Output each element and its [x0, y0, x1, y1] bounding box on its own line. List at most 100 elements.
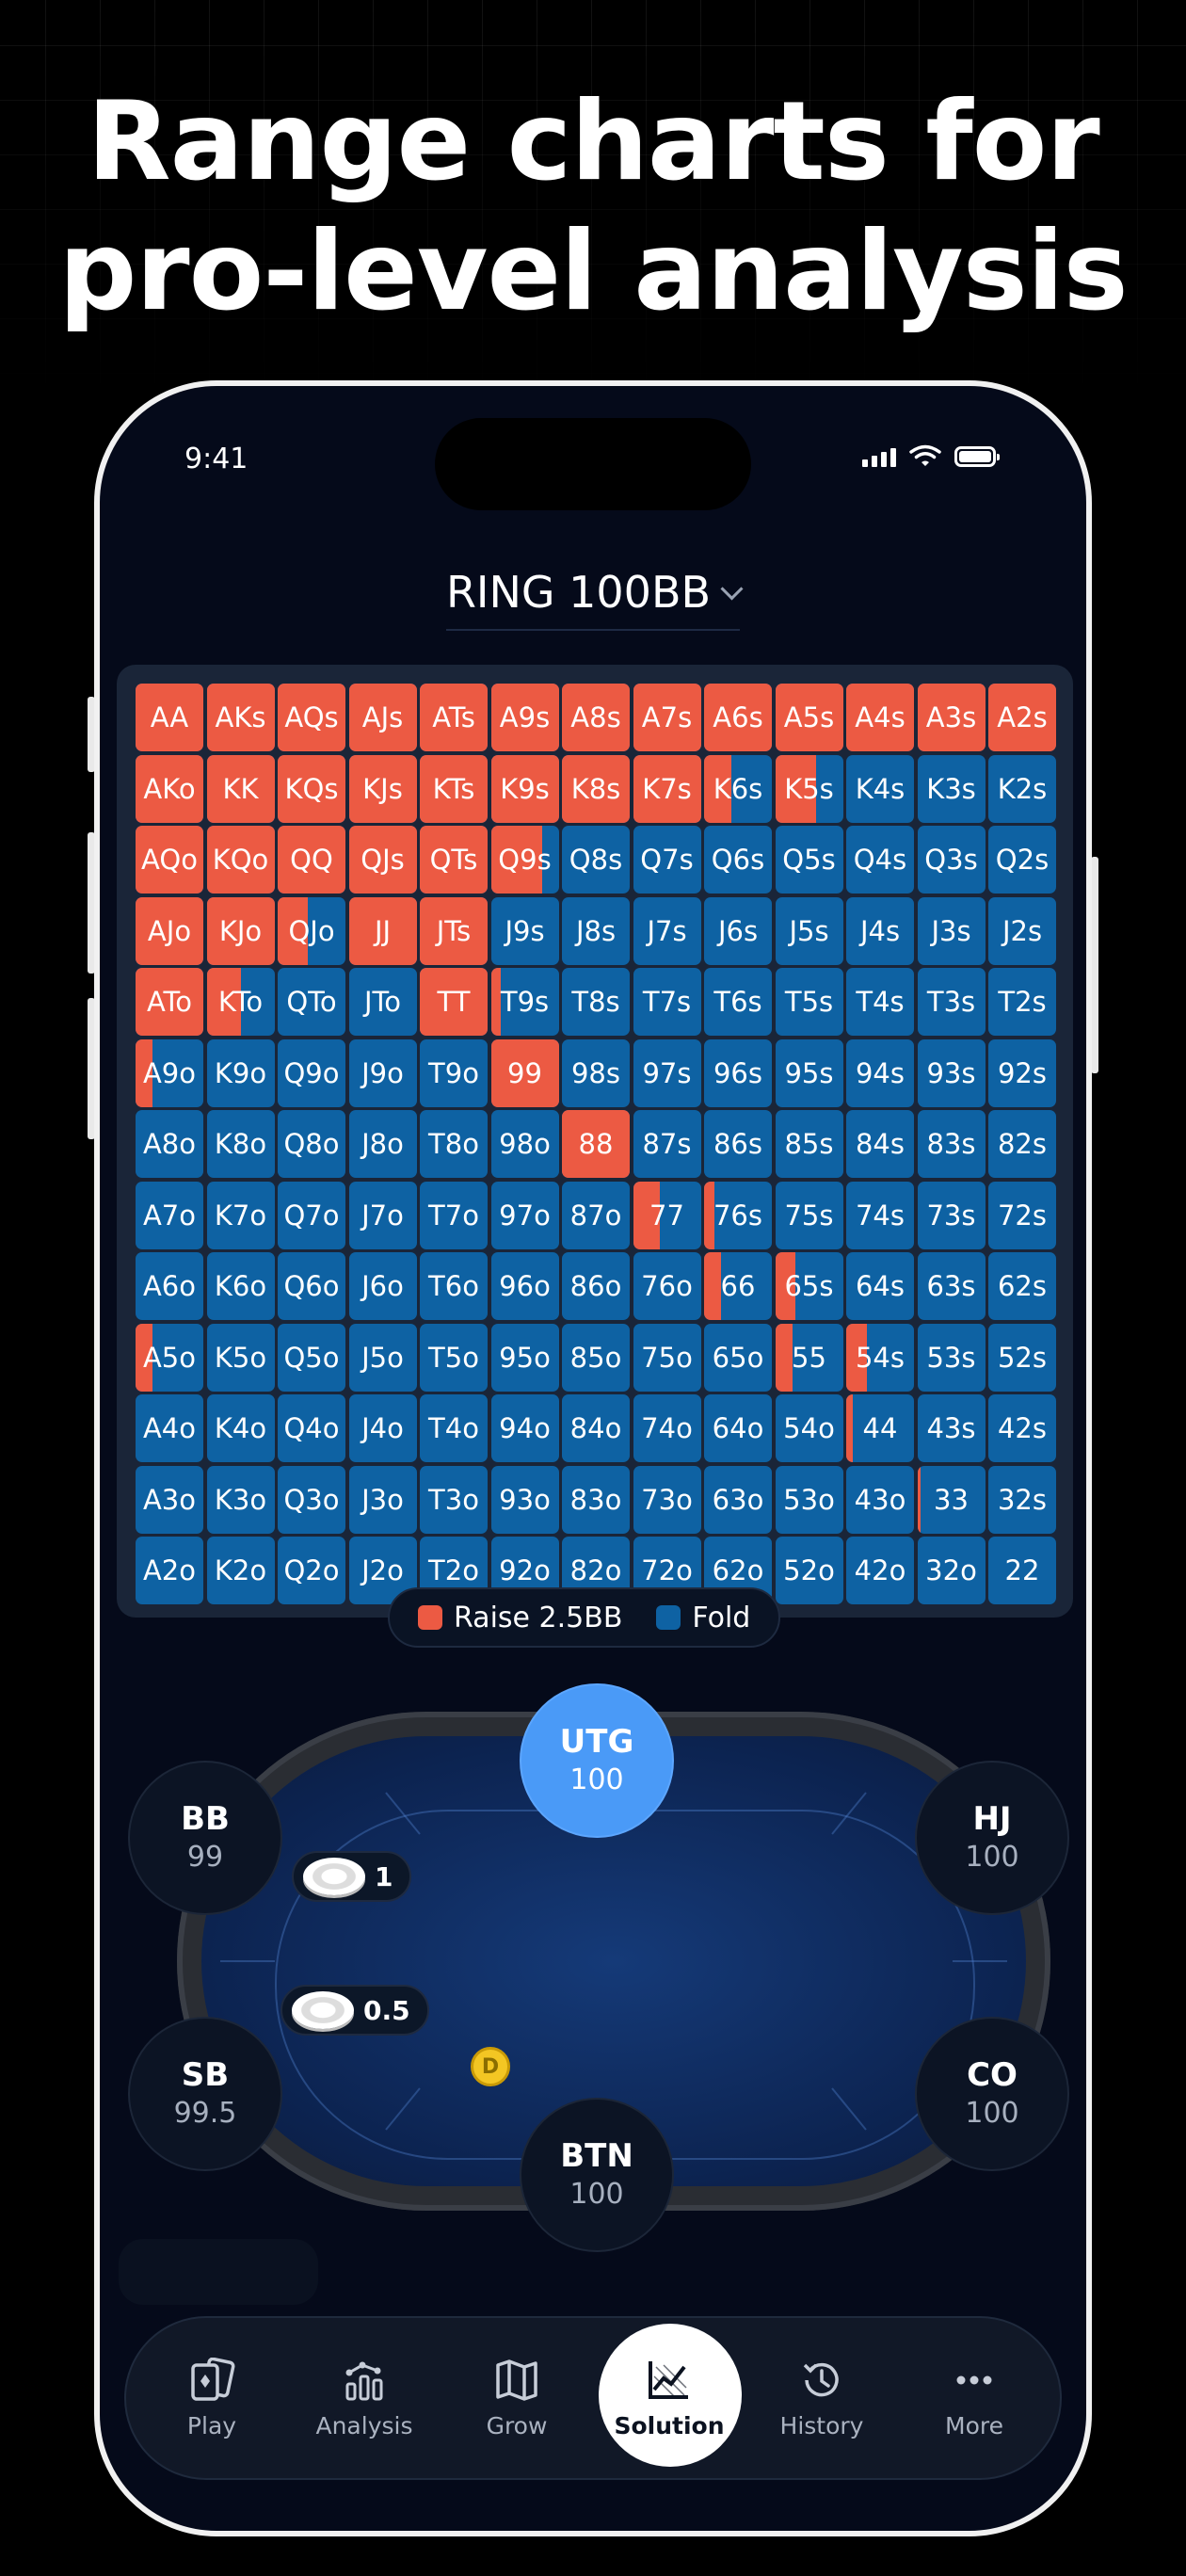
range-cell[interactable]: K6o: [206, 1252, 275, 1320]
range-cell[interactable]: 43o: [846, 1465, 914, 1534]
range-cell[interactable]: T3o: [420, 1465, 488, 1534]
range-cell[interactable]: 63o: [704, 1465, 772, 1534]
range-cell[interactable]: Q9s: [490, 826, 559, 894]
range-cell[interactable]: 66: [704, 1252, 772, 1320]
range-cell[interactable]: T6o: [420, 1252, 488, 1320]
range-cell[interactable]: K8o: [206, 1110, 275, 1178]
range-cell[interactable]: 53s: [917, 1323, 986, 1392]
range-cell[interactable]: A2o: [136, 1537, 203, 1604]
range-cell[interactable]: K3o: [206, 1465, 275, 1534]
range-cell[interactable]: Q8s: [562, 826, 630, 894]
range-cell[interactable]: KJo: [206, 896, 275, 965]
range-cell[interactable]: A4o: [136, 1394, 203, 1462]
range-cell[interactable]: A6s: [704, 684, 772, 751]
range-cell[interactable]: T5s: [775, 968, 843, 1036]
range-cell[interactable]: J3o: [348, 1465, 417, 1534]
seat-hj[interactable]: HJ 100: [915, 1761, 1069, 1915]
range-cell[interactable]: 65o: [704, 1323, 772, 1392]
range-cell[interactable]: A8s: [562, 684, 630, 751]
range-cell[interactable]: Q6o: [278, 1252, 345, 1320]
range-cell[interactable]: JTo: [348, 968, 417, 1036]
range-cell[interactable]: KQo: [206, 826, 275, 894]
range-cell[interactable]: T9o: [420, 1038, 488, 1107]
range-cell[interactable]: 75s: [775, 1181, 843, 1249]
range-cell[interactable]: AQo: [136, 826, 203, 894]
range-cell[interactable]: ATs: [420, 684, 488, 751]
range-cell[interactable]: J8o: [348, 1110, 417, 1178]
range-cell[interactable]: K6s: [704, 754, 772, 823]
range-cell[interactable]: A3s: [917, 684, 986, 751]
range-cell[interactable]: 93o: [490, 1465, 559, 1534]
range-cell[interactable]: JTs: [420, 896, 488, 965]
range-cell[interactable]: 76s: [704, 1181, 772, 1249]
range-cell[interactable]: K3s: [917, 754, 986, 823]
range-cell[interactable]: 75o: [633, 1323, 701, 1392]
range-cell[interactable]: 43s: [917, 1394, 986, 1462]
range-cell[interactable]: A6o: [136, 1252, 203, 1320]
range-cell[interactable]: T5o: [420, 1323, 488, 1392]
range-cell[interactable]: QTs: [420, 826, 488, 894]
seat-btn[interactable]: BTN 100: [520, 2098, 674, 2252]
range-cell[interactable]: 86o: [562, 1252, 630, 1320]
range-cell[interactable]: T8o: [420, 1110, 488, 1178]
range-cell[interactable]: 54s: [846, 1323, 914, 1392]
range-cell[interactable]: 82s: [988, 1110, 1056, 1178]
range-cell[interactable]: 77: [633, 1181, 701, 1249]
range-cell[interactable]: 62o: [704, 1537, 772, 1604]
range-cell[interactable]: A8o: [136, 1110, 203, 1178]
seat-sb[interactable]: SB 99.5: [128, 2017, 282, 2171]
range-cell[interactable]: KTo: [206, 968, 275, 1036]
range-cell[interactable]: J9s: [490, 896, 559, 965]
range-cell[interactable]: AJs: [348, 684, 417, 751]
range-cell[interactable]: Q4s: [846, 826, 914, 894]
range-cell[interactable]: 96o: [490, 1252, 559, 1320]
seat-co[interactable]: CO 100: [915, 2017, 1069, 2171]
range-cell[interactable]: J2o: [348, 1537, 417, 1604]
range-cell[interactable]: 92o: [490, 1537, 559, 1604]
range-cell[interactable]: 95s: [775, 1038, 843, 1107]
range-cell[interactable]: K5s: [775, 754, 843, 823]
range-cell[interactable]: J8s: [562, 896, 630, 965]
range-cell[interactable]: 94s: [846, 1038, 914, 1107]
range-cell[interactable]: T6s: [704, 968, 772, 1036]
range-cell[interactable]: K7o: [206, 1181, 275, 1249]
range-cell[interactable]: J6s: [704, 896, 772, 965]
range-cell[interactable]: 85s: [775, 1110, 843, 1178]
range-cell[interactable]: KK: [206, 754, 275, 823]
range-cell[interactable]: Q5s: [775, 826, 843, 894]
range-cell[interactable]: K9o: [206, 1038, 275, 1107]
range-cell[interactable]: 76o: [633, 1252, 701, 1320]
tab-more[interactable]: More: [898, 2318, 1050, 2478]
range-cell[interactable]: 93s: [917, 1038, 986, 1107]
range-cell[interactable]: 97o: [490, 1181, 559, 1249]
range-cell[interactable]: A4s: [846, 684, 914, 751]
range-cell[interactable]: Q3o: [278, 1465, 345, 1534]
range-cell[interactable]: 84o: [562, 1394, 630, 1462]
range-cell[interactable]: A9o: [136, 1038, 203, 1107]
range-cell[interactable]: A9s: [490, 684, 559, 751]
range-cell[interactable]: 22: [988, 1537, 1056, 1604]
range-cell[interactable]: 85o: [562, 1323, 630, 1392]
range-cell[interactable]: Q7o: [278, 1181, 345, 1249]
range-cell[interactable]: 87s: [633, 1110, 701, 1178]
range-cell[interactable]: Q9o: [278, 1038, 345, 1107]
tab-solution[interactable]: Solution: [593, 2318, 745, 2478]
tab-play[interactable]: Play: [136, 2318, 288, 2478]
range-cell[interactable]: K4s: [846, 754, 914, 823]
range-cell[interactable]: K2o: [206, 1537, 275, 1604]
range-cell[interactable]: 72s: [988, 1181, 1056, 1249]
range-cell[interactable]: 73s: [917, 1181, 986, 1249]
range-cell[interactable]: 74s: [846, 1181, 914, 1249]
range-cell[interactable]: 53o: [775, 1465, 843, 1534]
range-cell[interactable]: 95o: [490, 1323, 559, 1392]
range-cell[interactable]: ATo: [136, 968, 203, 1036]
range-cell[interactable]: QJs: [348, 826, 417, 894]
seat-bb[interactable]: BB 99: [128, 1761, 282, 1915]
range-cell[interactable]: T4s: [846, 968, 914, 1036]
range-cell[interactable]: J7o: [348, 1181, 417, 1249]
range-cell[interactable]: J6o: [348, 1252, 417, 1320]
range-cell[interactable]: K9s: [490, 754, 559, 823]
range-cell[interactable]: Q5o: [278, 1323, 345, 1392]
range-cell[interactable]: 98s: [562, 1038, 630, 1107]
range-cell[interactable]: 97s: [633, 1038, 701, 1107]
